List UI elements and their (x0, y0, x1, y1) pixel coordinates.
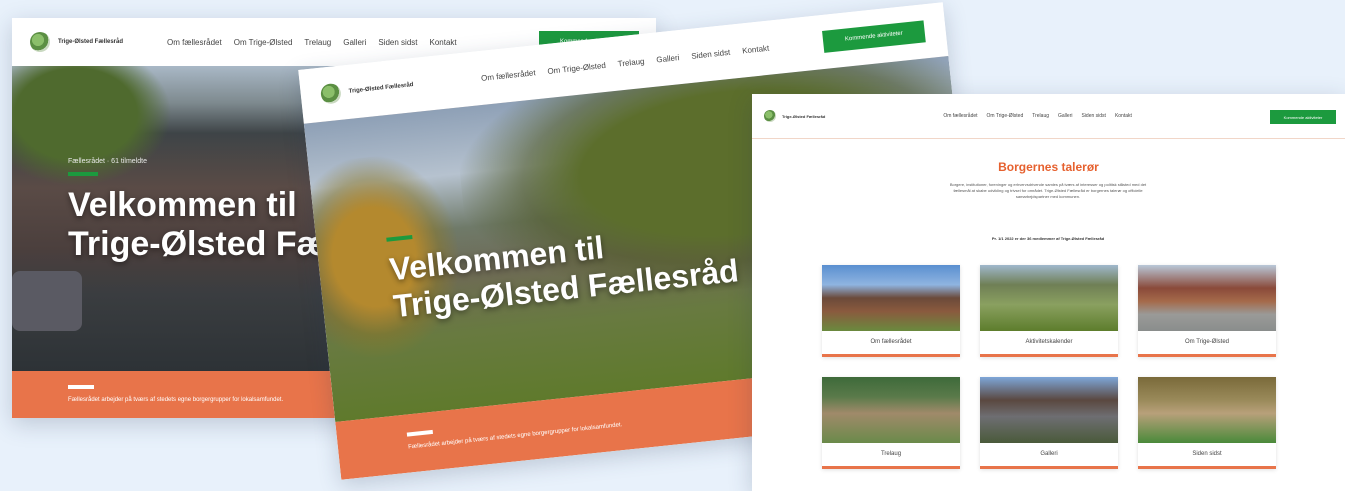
tile-galleri[interactable]: Galleri (980, 377, 1118, 469)
nav-item-kontakt[interactable]: Kontakt (1115, 113, 1132, 119)
nav-item-galleri[interactable]: Galleri (343, 38, 366, 47)
nav-item-siden-sidst[interactable]: Siden sidst (378, 38, 417, 47)
nav-item-siden-sidst[interactable]: Siden sidst (691, 47, 731, 60)
nav-item-trelaug[interactable]: Trelaug (617, 56, 645, 68)
tile-accent-bar (822, 466, 960, 469)
main-nav: Om fællesrådet Om Trige-Ølsted Trelaug G… (167, 38, 457, 47)
tile-label: Galleri (1040, 451, 1058, 457)
nav-item-trelaug[interactable]: Trelaug (1032, 113, 1049, 119)
section-body: Borgere, institutioner, foreninger og er… (949, 182, 1147, 199)
tile-label: Siden sidst (1192, 451, 1222, 457)
nav-item-om-trige-olsted[interactable]: Om Trige-Ølsted (547, 60, 606, 75)
site-header: Trige-Ølsted Fællesråd Om fællesrådet Om… (752, 94, 1345, 139)
hero-title-line1: Velkommen til (68, 186, 297, 224)
tile-aktivitetskalender[interactable]: Aktivitetskalender (980, 265, 1118, 357)
nav-item-kontakt[interactable]: Kontakt (430, 38, 457, 47)
band-accent-line (68, 385, 94, 389)
tile-label: Om Trige-Ølsted (1184, 339, 1229, 345)
tile-label: Trelaug (880, 451, 902, 457)
nav-item-trelaug[interactable]: Trelaug (304, 38, 331, 47)
nav-item-om-trige-olsted[interactable]: Om Trige-Ølsted (987, 113, 1024, 119)
logo-icon[interactable] (319, 82, 342, 105)
nav-item-om-faellesraadet[interactable]: Om fællesrådet (481, 68, 536, 83)
tile-image (822, 377, 960, 443)
main-nav: Om fællesrådet Om Trige-Ølsted Trelaug G… (481, 43, 770, 82)
nav-item-kontakt[interactable]: Kontakt (742, 43, 770, 55)
section-note: Pr. 1/1 2022 er der 36 medlemmer af Trig… (991, 236, 1105, 241)
main-nav: Om fællesrådet Om Trige-Ølsted Trelaug G… (943, 113, 1132, 119)
brand-name: Trige-Ølsted Fællesråd (58, 39, 124, 45)
nav-item-om-faellesraadet[interactable]: Om fællesrådet (943, 113, 977, 119)
tile-siden-sidst[interactable]: Siden sidst (1138, 377, 1276, 469)
tile-om-trige-olsted[interactable]: Om Trige-Ølsted (1138, 265, 1276, 357)
nav-item-galleri[interactable]: Galleri (656, 53, 680, 64)
tile-image (1138, 377, 1276, 443)
tile-accent-bar (980, 466, 1118, 469)
band-text: Fællesrådet arbejder på tværs af stedets… (407, 422, 623, 451)
section-title: Borgernes talerør (998, 160, 1099, 174)
tile-om-faellesraadet[interactable]: Om fællesrådet (822, 265, 960, 357)
hero-title-line2: Trige-Ølsted Fæl (68, 225, 337, 264)
brand-name: Trige-Ølsted Fællesråd (782, 113, 826, 119)
breadcrumb: Fællesrådet · 61 tilmeldte (68, 158, 147, 165)
tile-image (980, 265, 1118, 331)
tile-accent-bar (980, 354, 1118, 357)
nav-item-galleri[interactable]: Galleri (1058, 113, 1072, 119)
tile-label: Aktivitetskalender (1025, 339, 1073, 345)
nav-item-om-faellesraadet[interactable]: Om fællesrådet (167, 38, 222, 47)
tile-accent-bar (1138, 354, 1276, 357)
nav-item-siden-sidst[interactable]: Siden sidst (1081, 113, 1105, 119)
band-text: Fællesrådet arbejder på tværs af stedets… (68, 397, 284, 403)
cta-button[interactable]: Kommende aktiviteter (822, 20, 926, 53)
tile-image (980, 377, 1118, 443)
screenshot-card-right: Trige-Ølsted Fællesråd Om fællesrådet Om… (752, 94, 1345, 491)
tile-label: Om fællesrådet (870, 339, 912, 345)
tile-accent-bar (1138, 466, 1276, 469)
logo-icon[interactable] (764, 110, 776, 122)
tile-accent-bar (822, 354, 960, 357)
tile-image (1138, 265, 1276, 331)
brand-name: Trige-Ølsted Fællesråd (348, 82, 414, 95)
nav-item-om-trige-olsted[interactable]: Om Trige-Ølsted (234, 38, 293, 47)
band-accent-line (406, 429, 434, 437)
tile-image (822, 265, 960, 331)
cta-button[interactable]: Kommende aktiviteter (1270, 110, 1336, 124)
logo-icon[interactable] (30, 32, 50, 52)
tile-trelaug[interactable]: Trelaug (822, 377, 960, 469)
hero-title: Velkommen til Trige-Ølsted Fæl (68, 186, 336, 264)
